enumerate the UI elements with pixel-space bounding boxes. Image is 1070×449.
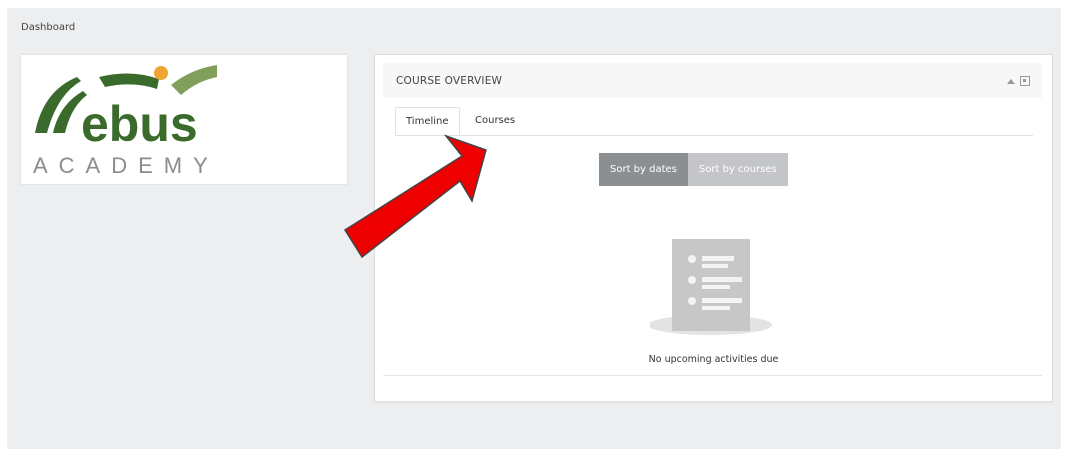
red-arrow-annotation xyxy=(343,134,487,259)
